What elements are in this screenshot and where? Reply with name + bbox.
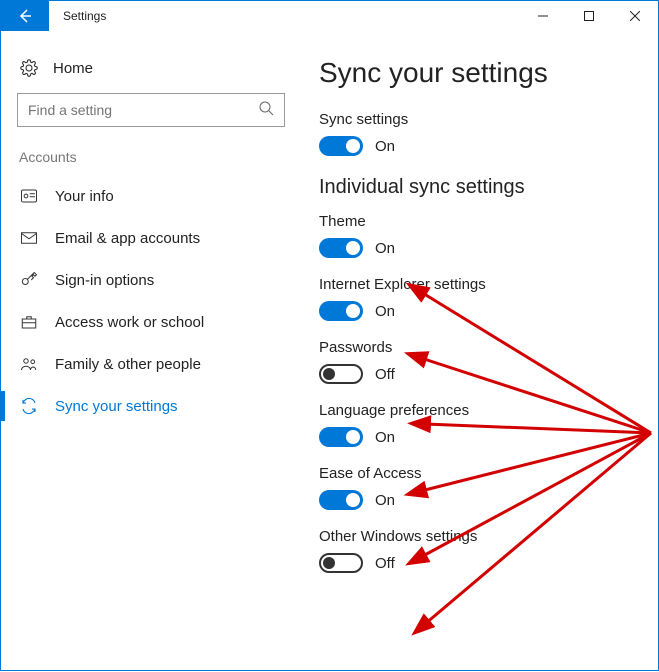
sidebar-item-signin-options[interactable]: Sign-in options [17,259,285,301]
toggle-state-text: Off [375,555,395,572]
sync-settings-toggle[interactable] [319,136,363,156]
gear-icon [19,59,39,77]
sidebar-item-label: Email & app accounts [55,230,200,247]
setting-label: Ease of Access [319,465,648,482]
individual-toggle-0: Theme On [319,213,648,258]
sidebar-item-sync-settings[interactable]: Sync your settings [17,385,285,427]
sidebar-item-email-accounts[interactable]: Email & app accounts [17,217,285,259]
toggle-state-text: On [375,240,395,257]
back-button[interactable] [1,1,49,31]
home-button[interactable]: Home [17,55,285,91]
people-icon [19,355,39,373]
individual-toggle-5: Other Windows settings Off [319,528,648,573]
individual-toggle-4: Ease of Access On [319,465,648,510]
sidebar-section-label: Accounts [19,149,283,165]
app-title: Settings [49,1,520,31]
setting-label: Theme [319,213,648,230]
settings-window: Settings Home Accounts [0,0,659,671]
search-icon [258,100,274,121]
minimize-icon [538,11,548,21]
sidebar-item-label: Family & other people [55,356,201,373]
sidebar-item-label: Sync your settings [55,398,178,415]
toggle-switch[interactable] [319,301,363,321]
toggle-switch[interactable] [319,238,363,258]
minimize-button[interactable] [520,1,566,31]
setting-label: Other Windows settings [319,528,648,545]
back-arrow-icon [17,8,33,24]
toggle-state-text: On [375,138,395,155]
setting-label: Language preferences [319,402,648,419]
page-title: Sync your settings [319,57,648,89]
toggle-switch[interactable] [319,427,363,447]
sidebar: Home Accounts Your info Email & app acco… [1,31,301,670]
sidebar-item-label: Your info [55,188,114,205]
toggle-state-text: Off [375,366,395,383]
toggle-state-text: On [375,303,395,320]
setting-label: Passwords [319,339,648,356]
close-icon [630,11,640,21]
master-sync-setting: Sync settings On [319,111,648,156]
sidebar-item-work-school[interactable]: Access work or school [17,301,285,343]
sync-icon [19,397,39,415]
toggle-switch[interactable] [319,553,363,573]
person-badge-icon [19,187,39,205]
content-panel: Sync your settings Sync settings On Indi… [301,31,658,670]
toggle-switch[interactable] [319,490,363,510]
sidebar-item-label: Sign-in options [55,272,154,289]
search-input-wrapper[interactable] [17,93,285,127]
home-label: Home [53,60,93,77]
toggle-state-text: On [375,492,395,509]
mail-icon [19,229,39,247]
sidebar-item-label: Access work or school [55,314,204,331]
setting-label: Internet Explorer settings [319,276,648,293]
toggle-state-text: On [375,429,395,446]
maximize-button[interactable] [566,1,612,31]
body-area: Home Accounts Your info Email & app acco… [1,31,658,670]
sub-heading: Individual sync settings [319,176,648,199]
close-button[interactable] [612,1,658,31]
sidebar-item-family-people[interactable]: Family & other people [17,343,285,385]
window-controls [520,1,658,31]
individual-toggle-1: Internet Explorer settings On [319,276,648,321]
search-input[interactable] [28,102,258,118]
maximize-icon [584,11,594,21]
individual-toggle-3: Language preferences On [319,402,648,447]
individual-toggle-2: Passwords Off [319,339,648,384]
toggle-switch[interactable] [319,364,363,384]
briefcase-icon [19,313,39,331]
titlebar: Settings [1,1,658,31]
setting-label: Sync settings [319,111,648,128]
sidebar-item-your-info[interactable]: Your info [17,175,285,217]
key-icon [19,271,39,289]
